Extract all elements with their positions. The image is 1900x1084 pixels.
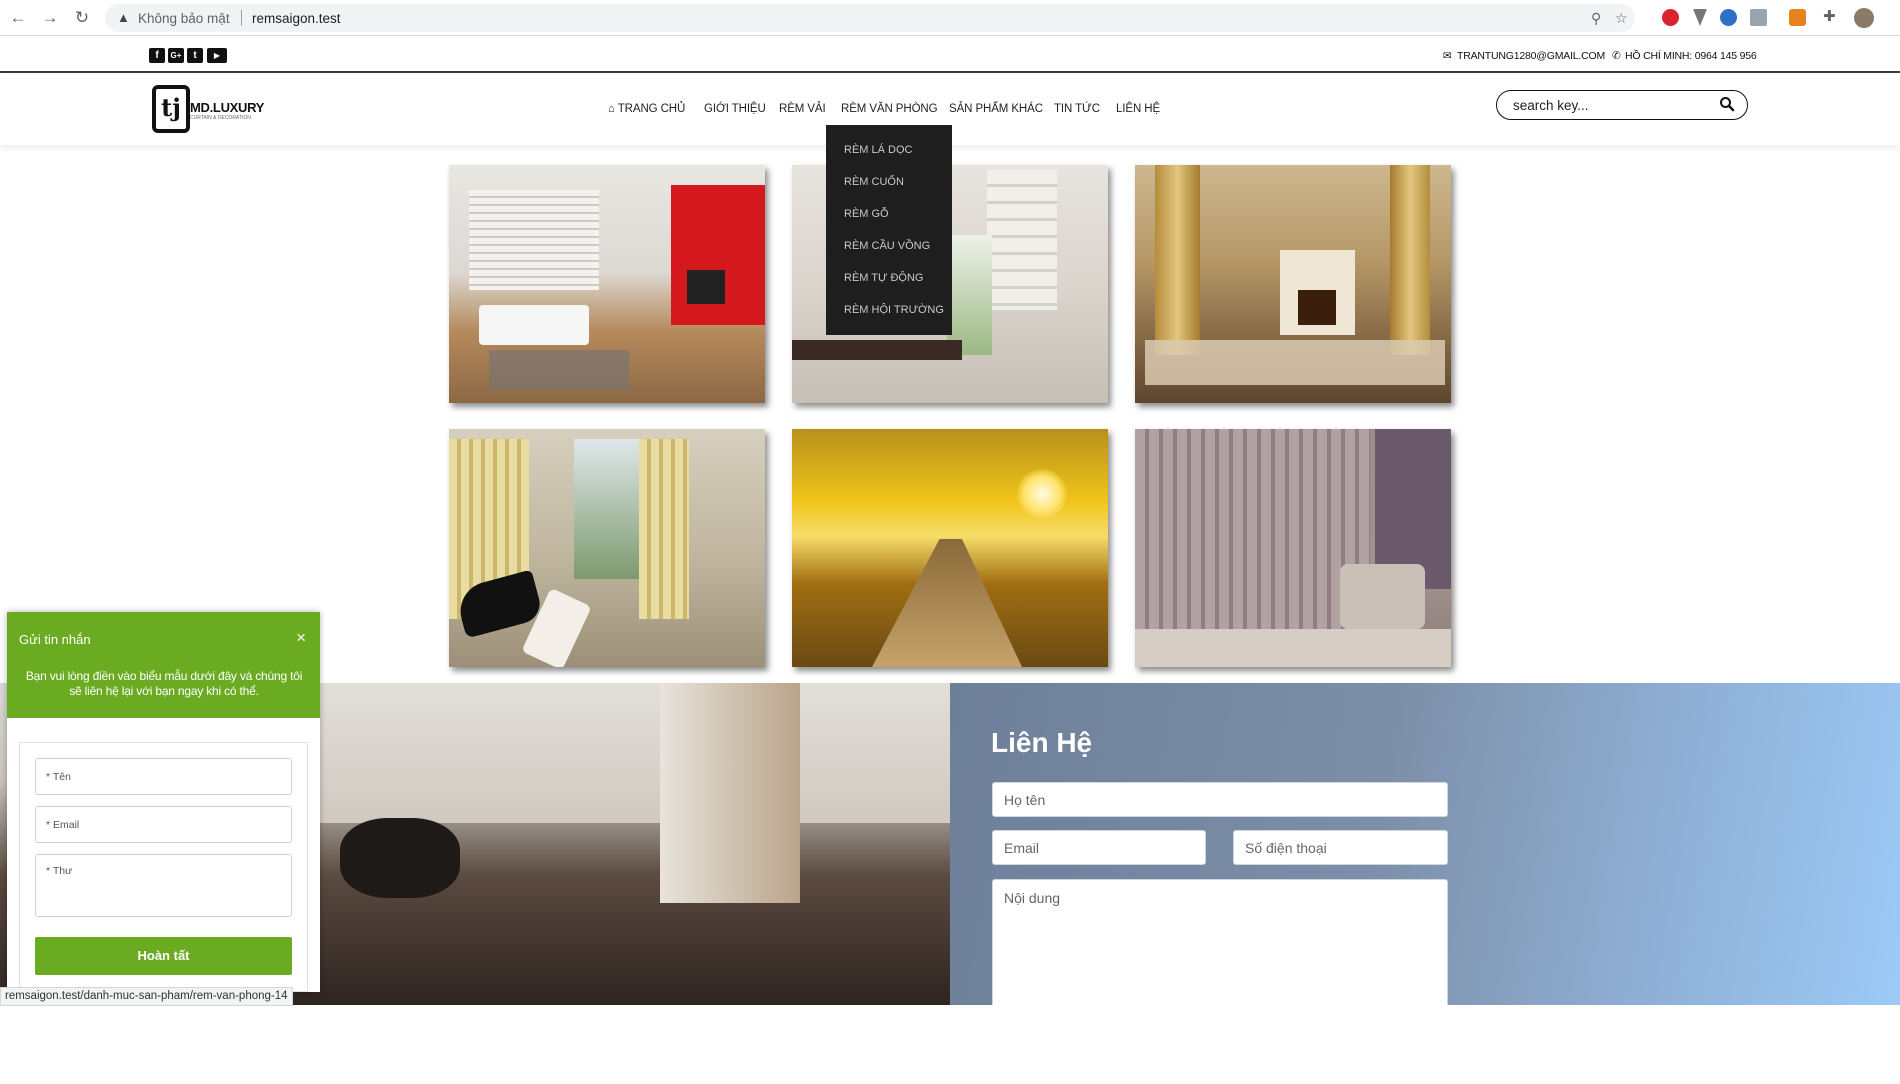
top-info-bar: f G+ t ▶ ✉ TRANTUNG1280@GMAIL.COM ✆ HỒ C… bbox=[0, 37, 1900, 73]
dropdown-item-hall-curtains[interactable]: RÈM HỘI TRƯỜNG bbox=[844, 304, 944, 316]
logo-text[interactable]: MD.LUXURY bbox=[190, 100, 264, 115]
chat-email-field[interactable] bbox=[35, 806, 292, 843]
roman-shade bbox=[987, 170, 1057, 310]
url-text[interactable]: remsaigon.test bbox=[252, 11, 341, 26]
youtube-icon[interactable]: ▶ bbox=[207, 48, 227, 63]
dropdown-item-roller-blinds[interactable]: RÈM CUỐN bbox=[844, 176, 904, 188]
nav-about[interactable]: GIỚI THIỆU bbox=[704, 103, 766, 115]
logo-subtitle: CURTAIN & DECORATION bbox=[190, 115, 251, 121]
mail-icon: ✉ bbox=[1443, 50, 1452, 62]
nav-home-label: TRANG CHỦ bbox=[617, 103, 686, 115]
search-input[interactable] bbox=[1513, 97, 1713, 113]
ie-extension-icon[interactable] bbox=[1720, 9, 1737, 26]
reload-icon[interactable]: ↻ bbox=[72, 8, 92, 28]
chat-header: Gửi tin nhắn × Bạn vui lòng điền vào biể… bbox=[7, 612, 320, 718]
vpn-extension-icon[interactable] bbox=[1693, 9, 1707, 26]
puzzle-extensions-icon[interactable]: ✚ bbox=[1823, 7, 1840, 25]
nav-contact[interactable]: LIÊN HỆ bbox=[1116, 103, 1160, 115]
status-bar-url: remsaigon.test/danh-muc-san-pham/rem-van… bbox=[0, 987, 293, 1006]
bookmark-star-icon[interactable]: ☆ bbox=[1615, 10, 1628, 27]
rug bbox=[489, 350, 629, 390]
curtain-right bbox=[639, 439, 689, 619]
dropdown-item-wood-blinds[interactable]: RÈM GỖ bbox=[844, 208, 889, 220]
window-view bbox=[574, 439, 639, 579]
nav-office-curtains[interactable]: RÈM VĂN PHÒNG bbox=[841, 103, 938, 115]
contact-name-field[interactable] bbox=[992, 782, 1448, 817]
not-secure-label[interactable]: Không bảo mật bbox=[138, 11, 230, 26]
fire bbox=[1298, 290, 1336, 325]
boardwalk bbox=[872, 539, 1022, 667]
facebook-icon[interactable]: f bbox=[149, 48, 165, 63]
chat-name-field[interactable] bbox=[35, 758, 292, 795]
chat-submit-button[interactable]: Hoàn tất bbox=[35, 937, 292, 975]
chat-form: Hoàn tất bbox=[19, 742, 308, 992]
contact-section: Liên Hệ bbox=[950, 683, 1900, 1005]
sofa bbox=[479, 305, 589, 345]
contact-phone-field[interactable] bbox=[1233, 830, 1448, 865]
contact-email[interactable]: TRANTUNG1280@GMAIL.COM bbox=[1457, 50, 1605, 62]
divider bbox=[241, 10, 242, 26]
browser-toolbar: ← → ↻ ▲ Không bảo mật remsaigon.test ⚲ ☆… bbox=[0, 0, 1900, 36]
opera-extension-icon[interactable] bbox=[1662, 9, 1679, 26]
address-bar[interactable]: ▲ Không bảo mật remsaigon.test ⚲ ☆ bbox=[105, 4, 1635, 32]
office-curtains-dropdown: RÈM LÁ DỌC RÈM CUỐN RÈM GỖ RÈM CẦU VỒNG … bbox=[826, 125, 952, 335]
window-view bbox=[947, 235, 992, 355]
gallery-image-sunset-boardwalk[interactable] bbox=[792, 429, 1108, 667]
nav-home[interactable]: ⌂ TRANG CHỦ bbox=[608, 103, 685, 115]
dark-rug bbox=[340, 818, 460, 898]
warning-icon[interactable]: ▲ bbox=[117, 10, 130, 25]
home-icon: ⌂ bbox=[608, 103, 615, 115]
chat-widget: Gửi tin nhắn × Bạn vui lòng điền vào biể… bbox=[7, 612, 320, 992]
google-plus-icon[interactable]: G+ bbox=[168, 48, 184, 63]
sofas bbox=[1145, 340, 1445, 385]
vertical-blinds bbox=[1135, 429, 1370, 629]
phone-icon: ✆ bbox=[1612, 50, 1621, 62]
contact-email-field[interactable] bbox=[992, 830, 1206, 865]
sun bbox=[1017, 469, 1067, 519]
gallery-image-living-room[interactable] bbox=[449, 165, 765, 403]
forward-icon[interactable]: → bbox=[40, 8, 60, 28]
twitter-icon[interactable]: t bbox=[187, 48, 203, 63]
chat-title: Gửi tin nhắn bbox=[19, 632, 91, 647]
profile-avatar[interactable] bbox=[1854, 8, 1874, 28]
nav-news[interactable]: TIN TỨC bbox=[1054, 103, 1100, 115]
dropdown-item-automatic-blinds[interactable]: RÈM TỰ ĐỘNG bbox=[844, 272, 923, 284]
chat-description: Bạn vui lòng điền vào biểu mẫu dưới đây … bbox=[25, 669, 303, 698]
nav-fabric-curtains[interactable]: RÈM VẢI bbox=[779, 103, 826, 115]
contact-phone[interactable]: HỒ CHÍ MINH: 0964 145 956 bbox=[1625, 50, 1757, 62]
contact-title: Liên Hệ bbox=[991, 727, 1093, 758]
gallery-image-classic-room[interactable] bbox=[1135, 165, 1451, 403]
nav-other-products[interactable]: SẢN PHẨM KHÁC bbox=[949, 103, 1043, 115]
close-icon[interactable]: × bbox=[296, 629, 306, 646]
television bbox=[687, 270, 725, 304]
window-curtains bbox=[320, 683, 950, 823]
armchair bbox=[1340, 564, 1425, 629]
carpet bbox=[1135, 629, 1451, 667]
gallery-image-vertical-blinds[interactable] bbox=[1135, 429, 1451, 667]
red-wall bbox=[671, 185, 765, 325]
search-icon[interactable] bbox=[1719, 96, 1735, 112]
zoom-icon[interactable]: ⚲ bbox=[1591, 10, 1601, 27]
curtain-left bbox=[1155, 165, 1200, 355]
marble-fireplace bbox=[660, 683, 800, 903]
back-icon[interactable]: ← bbox=[8, 8, 28, 28]
table bbox=[792, 340, 962, 360]
logo-mark[interactable]: tj bbox=[152, 85, 190, 133]
screenshot-extension-icon[interactable] bbox=[1750, 9, 1767, 26]
window-blinds bbox=[469, 190, 599, 290]
metamask-extension-icon[interactable] bbox=[1789, 9, 1806, 26]
curtain-right bbox=[1390, 165, 1430, 355]
search-form bbox=[1496, 90, 1748, 120]
contact-message-field[interactable] bbox=[992, 879, 1448, 1005]
dropdown-item-vertical-blinds[interactable]: RÈM LÁ DỌC bbox=[844, 144, 912, 156]
dropdown-item-rainbow-blinds[interactable]: RÈM CẦU VỒNG bbox=[844, 240, 930, 252]
chat-message-field[interactable] bbox=[35, 854, 292, 917]
gallery-image-motorized-curtains[interactable] bbox=[449, 429, 765, 667]
